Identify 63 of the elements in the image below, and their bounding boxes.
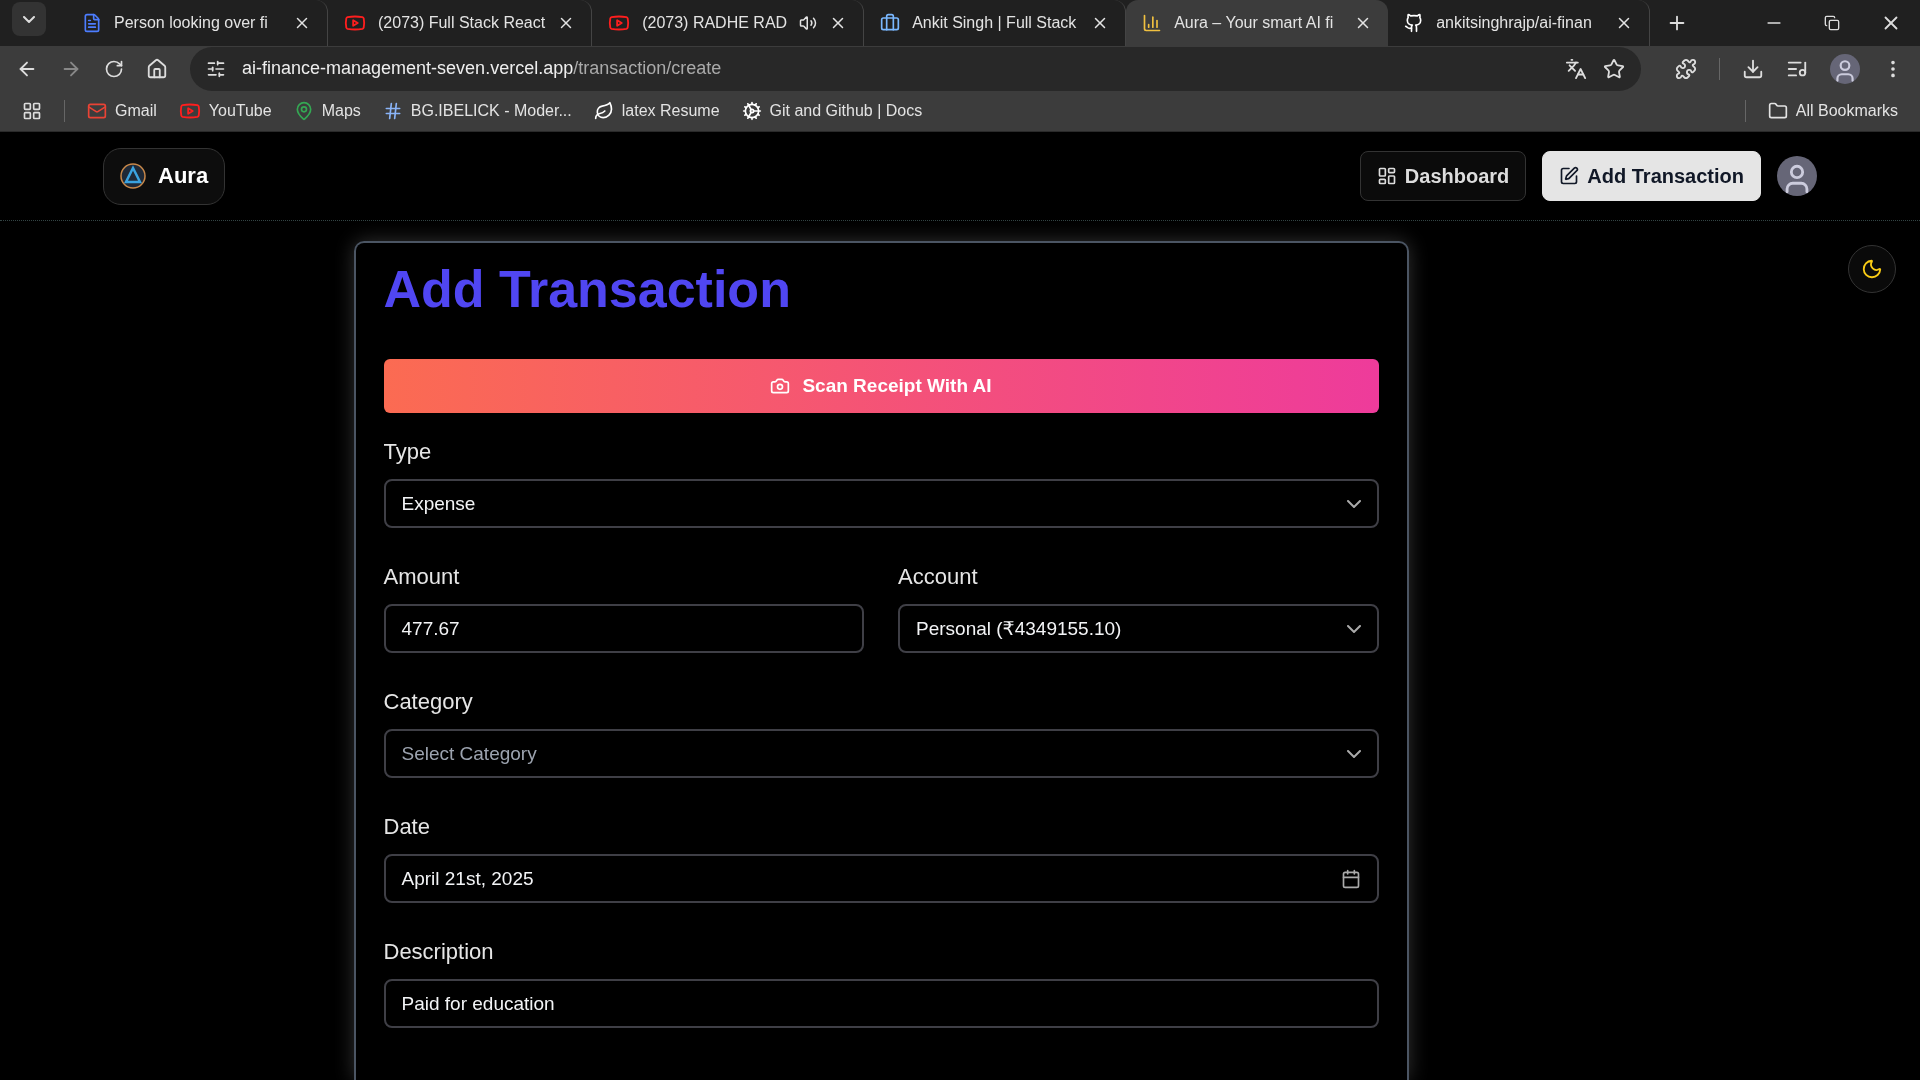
page-title: Add Transaction xyxy=(383,259,792,319)
mail-icon xyxy=(87,101,107,122)
camera-icon xyxy=(770,376,791,396)
dropdown-select[interactable]: Expense xyxy=(383,479,1379,528)
moon-icon xyxy=(1861,258,1883,280)
triangle-logo-icon xyxy=(120,163,146,190)
tab-title: Person looking over fi xyxy=(114,14,269,32)
home-icon[interactable] xyxy=(146,57,168,80)
dropdown-select[interactable]: Select Category xyxy=(383,729,1379,778)
apps-icon[interactable] xyxy=(22,101,42,122)
tab-title: (2073) RADHE RAD xyxy=(642,14,788,32)
field-label: Account xyxy=(898,564,979,590)
field-label: Amount xyxy=(383,564,461,590)
pen-icon xyxy=(1559,166,1580,187)
address-bar[interactable]: ai-finance-management-seven.vercel.app/transaction/create xyxy=(190,46,1641,91)
chevron-down-icon xyxy=(1346,624,1361,633)
bookmark-link[interactable]: BG.IBELICK - Moder... xyxy=(382,101,572,122)
translate-icon[interactable] xyxy=(1565,57,1587,80)
folder-icon xyxy=(1767,101,1788,122)
speaker-icon[interactable] xyxy=(799,14,818,32)
bookmark-link[interactable]: YouTube xyxy=(178,100,272,123)
nav-button[interactable]: Dashboard xyxy=(1359,151,1527,202)
url-text: ai-finance-management-seven.vercel.app/transaction/create xyxy=(242,58,722,80)
all-bookmarks-link[interactable]: All Bookmarks xyxy=(1767,101,1898,122)
leaf-icon xyxy=(593,101,614,122)
brand-logo[interactable]: Aura xyxy=(103,147,226,205)
field-label: Type xyxy=(383,439,433,465)
tab-title: Aura – Your smart AI fi xyxy=(1174,14,1335,32)
grid-icon xyxy=(1376,166,1397,187)
site-info-icon[interactable] xyxy=(206,58,226,79)
tab-search-button[interactable] xyxy=(12,2,46,36)
bookmark-star-icon[interactable] xyxy=(1603,57,1625,80)
browser-tab[interactable]: Aura – Your smart AI fi xyxy=(1126,0,1389,46)
briefcase-icon xyxy=(880,13,901,33)
dropdown-select[interactable]: Personal (₹4349155.10) xyxy=(898,604,1379,653)
field-label: Description xyxy=(383,939,495,965)
reload-icon[interactable] xyxy=(104,58,124,79)
chevron-down-icon xyxy=(1346,749,1361,758)
tab-title: ankitsinghrajp/ai-finan xyxy=(1436,14,1593,32)
theme-toggle-button[interactable] xyxy=(1848,245,1896,293)
field-label: Date xyxy=(383,814,431,840)
field-label: Category xyxy=(383,689,474,715)
bookmark-link[interactable]: Gmail xyxy=(87,101,157,122)
calendar-icon xyxy=(1340,868,1361,889)
input-field[interactable]: Paid for education xyxy=(383,979,1379,1028)
gear-icon xyxy=(741,101,762,122)
user-avatar[interactable] xyxy=(1777,156,1817,197)
input-field[interactable]: 477.67 xyxy=(383,604,864,653)
chevron-down-icon xyxy=(1346,499,1361,508)
chart-icon xyxy=(1142,13,1163,33)
extensions-icon[interactable] xyxy=(1675,57,1697,80)
tab-title: (2073) Full Stack React xyxy=(378,14,546,32)
bookmark-link[interactable]: Git and Github | Docs xyxy=(741,101,923,122)
download-icon[interactable] xyxy=(1742,57,1764,80)
tab-title: Ankit Singh | Full Stack xyxy=(912,14,1078,32)
restore-icon[interactable] xyxy=(1824,15,1840,31)
profile-avatar[interactable] xyxy=(1830,53,1860,84)
nav-button[interactable]: Add Transaction xyxy=(1542,151,1761,202)
chevron-down-icon xyxy=(23,15,35,23)
document-icon xyxy=(82,13,102,33)
bookmark-link[interactable]: latex Resume xyxy=(593,101,720,122)
date-picker[interactable]: April 21st, 2025 xyxy=(383,854,1379,903)
bookmark-link[interactable]: Maps xyxy=(293,101,361,122)
